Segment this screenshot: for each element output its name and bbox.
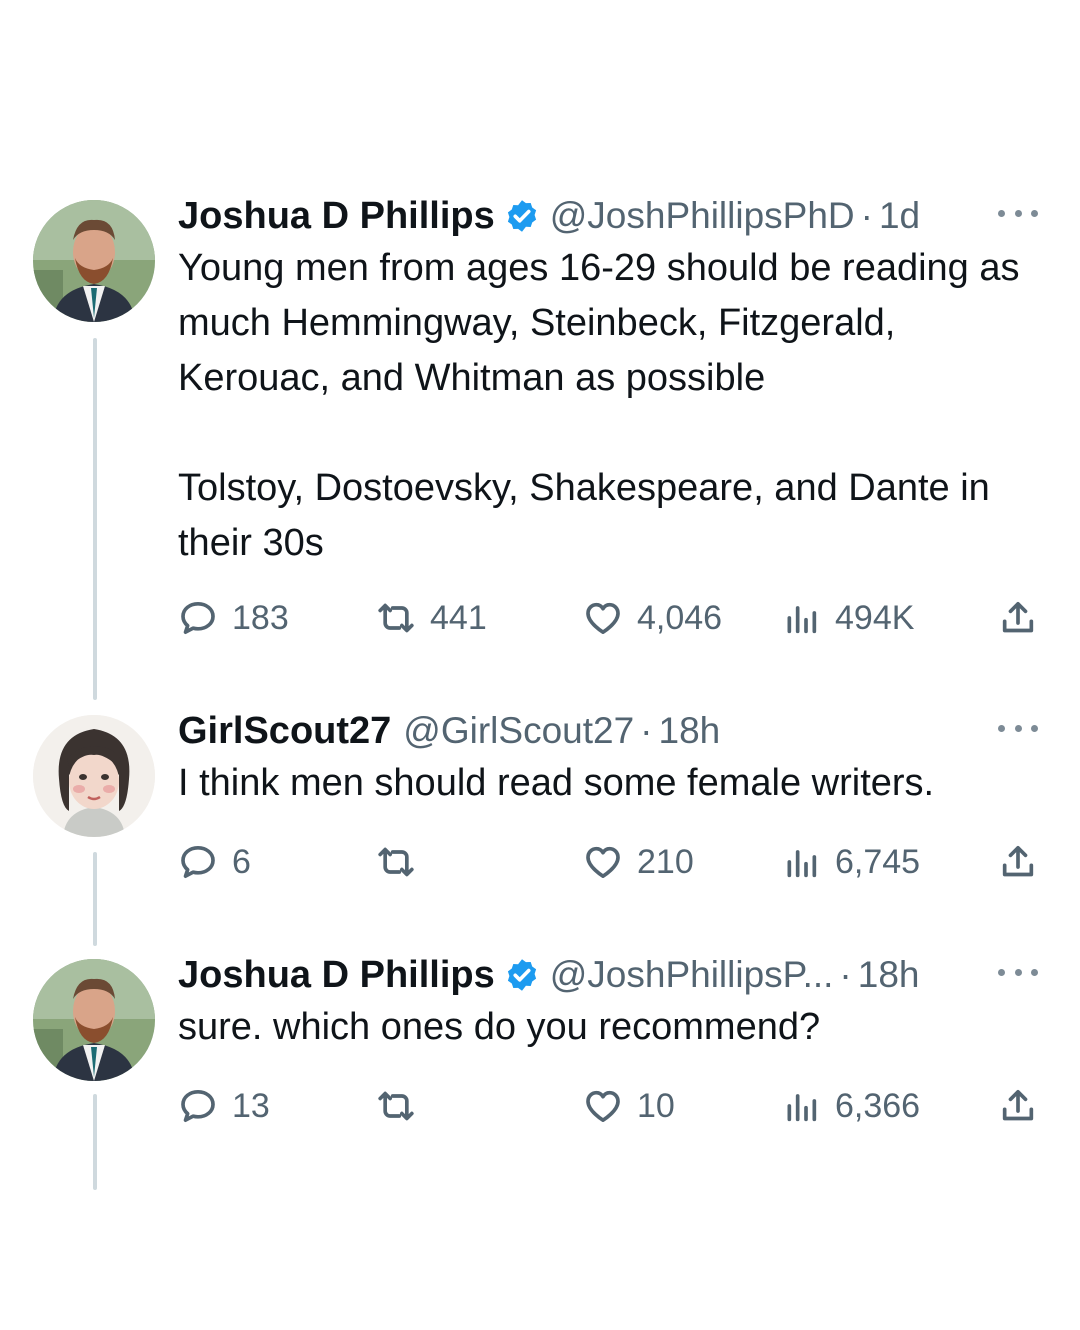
reply-button[interactable]: 6 <box>178 842 251 882</box>
retweet-arrows-icon <box>378 847 414 877</box>
author-handle[interactable]: @JoshPhillipsPhD <box>550 195 855 237</box>
tweet-text: sure. which ones do you recommend? <box>178 1006 821 1048</box>
verified-badge-icon <box>507 959 536 991</box>
view-count: 6,366 <box>835 1086 921 1125</box>
views-button[interactable]: 494K <box>781 598 914 638</box>
timestamp[interactable]: 18h <box>858 954 920 996</box>
like-count: 210 <box>637 842 694 881</box>
bar-chart-icon <box>787 606 817 634</box>
tweet-header: Joshua D Phillips @JoshPhillipsP... · 18… <box>178 952 1048 998</box>
author-handle[interactable]: @GirlScout27 <box>403 710 634 752</box>
more-options-icon[interactable] <box>998 201 1038 225</box>
separator-dot: · <box>640 710 653 751</box>
heart-icon <box>586 602 620 634</box>
tweet-header: GirlScout27 @GirlScout27 · 18h <box>178 708 1048 754</box>
retweet-button[interactable]: 441 <box>376 598 487 638</box>
like-button[interactable]: 10 <box>583 1086 675 1126</box>
retweet-arrows-icon <box>378 603 414 633</box>
avatar[interactable] <box>33 715 155 837</box>
tweet[interactable]: Joshua D Phillips @JoshPhillipsPhD · 1d … <box>178 193 1048 637</box>
bar-chart-icon <box>787 1094 817 1122</box>
bar-chart-icon <box>787 850 817 878</box>
separator-dot: · <box>839 954 852 995</box>
action-bar: 13 10 6,366 <box>178 1086 1048 1126</box>
author-handle[interactable]: @JoshPhillipsP... <box>550 954 834 996</box>
like-count: 4,046 <box>637 598 723 637</box>
author-name[interactable]: GirlScout27 <box>178 710 391 753</box>
speech-bubble-icon <box>181 846 215 878</box>
separator-dot: · <box>860 195 873 236</box>
tweet-text: I think men should read some female writ… <box>178 762 935 804</box>
upload-arrow-icon <box>1002 846 1034 877</box>
reply-count: 13 <box>232 1086 270 1125</box>
like-count: 10 <box>637 1086 675 1125</box>
timestamp[interactable]: 1d <box>879 195 920 237</box>
tweet[interactable]: Joshua D Phillips @JoshPhillipsP... · 18… <box>178 952 1048 1125</box>
tweet-header: Joshua D Phillips @JoshPhillipsPhD · 1d <box>178 193 1048 239</box>
heart-icon <box>586 846 620 878</box>
heart-icon <box>586 1090 620 1122</box>
share-button[interactable] <box>998 598 1038 638</box>
upload-arrow-icon <box>1002 602 1034 633</box>
view-count: 494K <box>835 598 915 637</box>
retweet-button[interactable] <box>376 842 416 882</box>
more-options-icon[interactable] <box>998 960 1038 984</box>
like-button[interactable]: 210 <box>583 842 694 882</box>
like-button[interactable]: 4,046 <box>583 598 722 638</box>
thread-line <box>93 852 97 946</box>
views-button[interactable]: 6,745 <box>781 842 920 882</box>
retweet-button[interactable] <box>376 1086 416 1126</box>
reply-button[interactable]: 183 <box>178 598 289 638</box>
share-button[interactable] <box>998 842 1038 882</box>
speech-bubble-icon <box>181 1090 215 1122</box>
verified-badge-icon <box>507 200 536 232</box>
reply-count: 6 <box>232 842 251 881</box>
view-count: 6,745 <box>835 842 921 881</box>
action-bar: 183 441 4,046 494K <box>178 598 1048 638</box>
avatar[interactable] <box>33 959 155 1081</box>
action-bar: 6 210 6,745 <box>178 842 1048 882</box>
speech-bubble-icon <box>181 602 215 634</box>
reply-count: 183 <box>232 598 289 637</box>
author-name[interactable]: Joshua D Phillips <box>178 195 495 238</box>
views-button[interactable]: 6,366 <box>781 1086 920 1126</box>
upload-arrow-icon <box>1002 1090 1034 1121</box>
tweet[interactable]: GirlScout27 @GirlScout27 · 18h I think m… <box>178 708 1048 881</box>
thread-line <box>93 338 97 700</box>
share-button[interactable] <box>998 1086 1038 1126</box>
retweet-count: 441 <box>430 598 487 637</box>
more-options-icon[interactable] <box>998 716 1038 740</box>
avatar[interactable] <box>33 200 155 322</box>
reply-button[interactable]: 13 <box>178 1086 270 1126</box>
thread-line <box>93 1094 97 1190</box>
retweet-arrows-icon <box>378 1091 414 1121</box>
timestamp[interactable]: 18h <box>659 710 721 752</box>
author-name[interactable]: Joshua D Phillips <box>178 954 495 997</box>
tweet-text: Young men from ages 16-29 should be read… <box>178 247 1020 564</box>
